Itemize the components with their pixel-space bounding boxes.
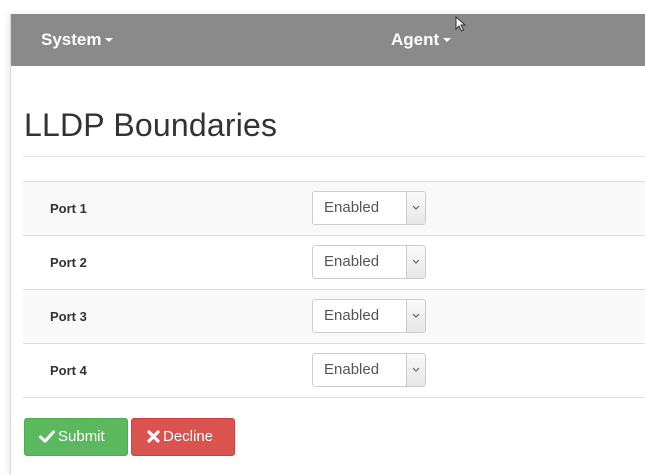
- nav-system-label: System: [41, 30, 102, 49]
- page-title: LLDP Boundaries: [24, 107, 278, 143]
- top-navbar: System Agent: [11, 14, 645, 66]
- port-3-select[interactable]: Enabled: [312, 299, 426, 333]
- chevron-down-icon: [412, 259, 420, 264]
- select-value: Enabled: [324, 307, 380, 324]
- chevron-down-icon: [412, 313, 420, 318]
- x-icon: [147, 429, 160, 443]
- select-value: Enabled: [324, 253, 380, 270]
- submit-button[interactable]: Submit: [24, 418, 128, 456]
- port-label: Port 3: [50, 309, 87, 324]
- title-divider: [23, 156, 645, 157]
- port-4-select[interactable]: Enabled: [312, 353, 426, 387]
- check-icon: [39, 430, 55, 443]
- port-row: Port 2 Enabled: [23, 235, 645, 289]
- select-arrow-button[interactable]: [406, 300, 425, 332]
- app-window: System Agent LLDP Boundaries Port 1 Enab…: [10, 14, 645, 475]
- port-row: Port 1 Enabled: [23, 181, 645, 235]
- port-label: Port 4: [50, 363, 87, 378]
- select-value: Enabled: [324, 361, 380, 378]
- port-row: Port 3 Enabled: [23, 289, 645, 343]
- port-label: Port 1: [50, 201, 87, 216]
- chevron-down-icon: [412, 367, 420, 372]
- nav-system-dropdown[interactable]: System: [41, 14, 114, 66]
- chevron-down-icon: [412, 205, 420, 210]
- select-arrow-button[interactable]: [406, 246, 425, 278]
- ports-table: Port 1 Enabled Port 2 Enabled Port 3 Ena…: [23, 181, 645, 398]
- port-2-select[interactable]: Enabled: [312, 245, 426, 279]
- decline-button[interactable]: Decline: [131, 418, 235, 456]
- port-label: Port 2: [50, 255, 87, 270]
- mouse-cursor-icon: [455, 16, 467, 32]
- port-row: Port 4 Enabled: [23, 343, 645, 398]
- select-arrow-button[interactable]: [406, 192, 425, 224]
- nav-agent-dropdown[interactable]: Agent: [391, 14, 452, 66]
- submit-label: Submit: [58, 428, 105, 445]
- port-1-select[interactable]: Enabled: [312, 191, 426, 225]
- select-arrow-button[interactable]: [406, 354, 425, 386]
- select-value: Enabled: [324, 199, 380, 216]
- caret-down-icon: [105, 37, 114, 42]
- decline-label: Decline: [163, 428, 214, 445]
- nav-agent-label: Agent: [391, 30, 440, 49]
- caret-down-icon: [443, 37, 452, 42]
